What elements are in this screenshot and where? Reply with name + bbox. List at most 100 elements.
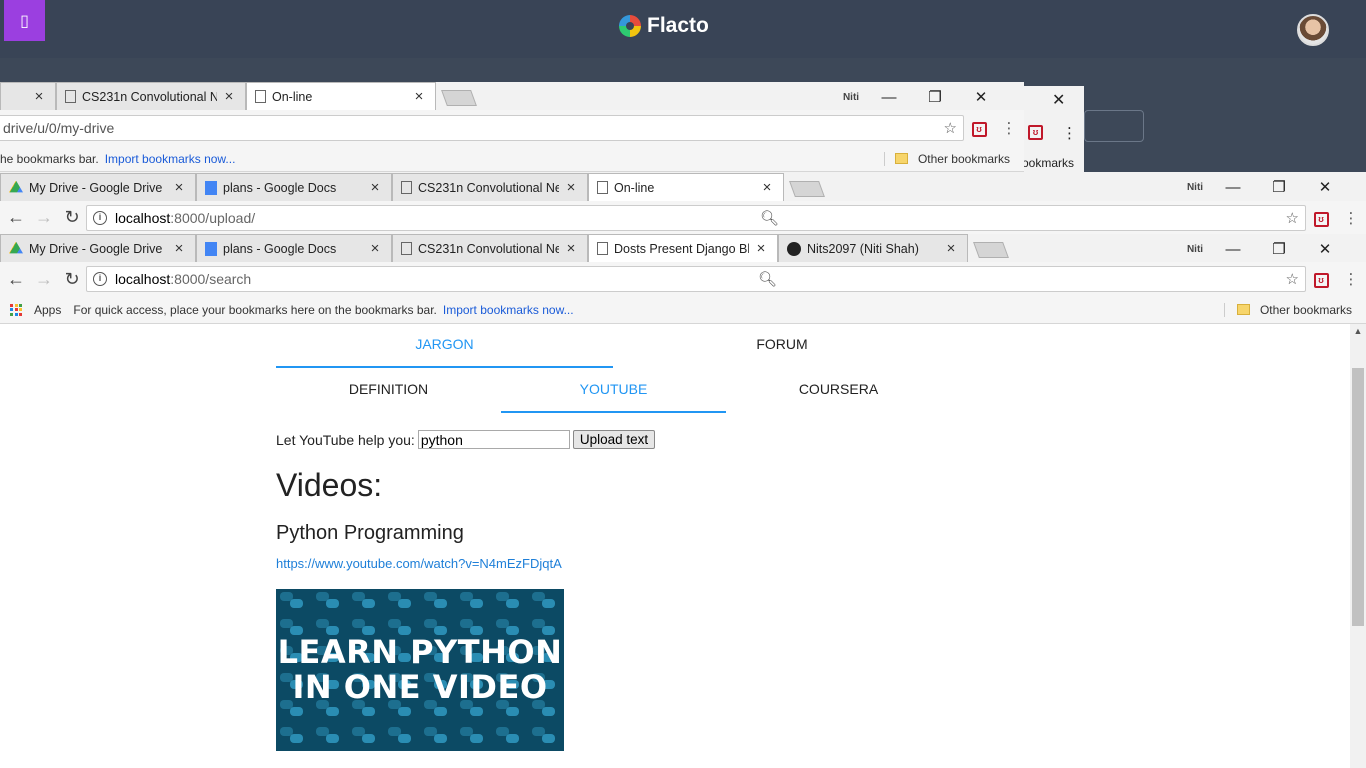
- mcafee-icon[interactable]: ʊ: [1306, 270, 1336, 288]
- close-icon[interactable]: ×: [943, 240, 959, 257]
- info-icon[interactable]: i: [93, 272, 107, 286]
- upload-text-button[interactable]: Upload text: [572, 430, 656, 449]
- url-path: :8000/search: [170, 271, 252, 287]
- scroll-up-arrow-icon[interactable]: ▲: [1350, 326, 1366, 336]
- new-tab-button[interactable]: [789, 181, 825, 197]
- minimize-icon[interactable]: —: [866, 89, 912, 106]
- minimize-icon[interactable]: —: [1210, 179, 1256, 196]
- apps-icon[interactable]: [10, 303, 22, 316]
- page-scrollbar[interactable]: ▲: [1350, 324, 1366, 768]
- flacto-input-field[interactable]: [1084, 110, 1144, 142]
- import-bookmarks-link[interactable]: Import bookmarks now...: [105, 152, 236, 166]
- reload-icon[interactable]: ↻: [58, 207, 86, 228]
- page-icon: [597, 181, 608, 194]
- zoom-icon[interactable]: 🔍︎: [748, 270, 777, 288]
- info-icon[interactable]: i: [93, 210, 107, 225]
- menu-dots-icon[interactable]: ⋮: [1062, 124, 1077, 142]
- tab-label: CS231n Convolutional Ne: [418, 241, 559, 256]
- tab[interactable]: CS231n Convolutional Ne ×: [56, 82, 246, 110]
- tab-label: Dosts Present Django Blo: [614, 241, 749, 256]
- restore-icon[interactable]: ❐: [1256, 178, 1302, 196]
- other-bookmarks[interactable]: Other bookmarks: [883, 151, 1024, 166]
- other-bookmarks[interactable]: Other bookmarks: [1223, 302, 1366, 317]
- minimize-icon[interactable]: —: [1210, 241, 1256, 258]
- close-icon[interactable]: ×: [367, 240, 383, 257]
- close-icon[interactable]: ×: [759, 179, 775, 196]
- close-icon[interactable]: ✕: [958, 88, 1004, 106]
- video-title: Python Programming: [276, 522, 464, 544]
- tab-forum[interactable]: FORUM: [613, 324, 951, 368]
- mcafee-icon[interactable]: ʊ: [964, 119, 994, 137]
- mcafee-icon[interactable]: ʊ: [1028, 125, 1043, 140]
- close-icon[interactable]: ×: [31, 88, 47, 105]
- tab-coursera[interactable]: COURSERA: [726, 369, 951, 413]
- reload-icon[interactable]: ↻: [58, 269, 86, 290]
- page-icon: [255, 90, 266, 103]
- flacto-menu-button[interactable]: ▯: [4, 0, 45, 41]
- zoom-icon[interactable]: 🔍︎: [750, 209, 779, 227]
- tab-definition[interactable]: DEFINITION: [276, 369, 501, 413]
- tab[interactable]: On-line ×: [588, 173, 784, 201]
- user-badge[interactable]: Niti: [836, 92, 866, 103]
- restore-icon[interactable]: ❐: [1256, 240, 1302, 258]
- menu-dots-icon[interactable]: ⋮: [994, 119, 1024, 137]
- star-icon[interactable]: ☆: [1274, 270, 1299, 288]
- menu-dots-icon[interactable]: ⋮: [1336, 209, 1366, 227]
- tab[interactable]: CS231n Convolutional Ne ×: [392, 173, 588, 201]
- tab[interactable]: CS231n Convolutional Ne ×: [392, 234, 588, 262]
- close-icon[interactable]: ×: [563, 179, 579, 196]
- forward-arrow-icon[interactable]: →: [30, 269, 58, 290]
- search-input[interactable]: [417, 430, 570, 449]
- page-icon: [65, 90, 76, 103]
- scroll-thumb[interactable]: [1352, 368, 1364, 626]
- close-icon[interactable]: ×: [171, 179, 187, 196]
- new-tab-button[interactable]: [973, 242, 1009, 258]
- restore-icon[interactable]: ❐: [912, 88, 958, 106]
- tab[interactable]: Nits2097 (Niti Shah) ×: [778, 234, 968, 262]
- close-icon[interactable]: ✕: [1052, 90, 1065, 110]
- window1-tabstrip: × CS231n Convolutional Ne × On-line ×: [0, 82, 477, 110]
- close-icon[interactable]: ✕: [1302, 178, 1348, 196]
- tab[interactable]: plans - Google Docs ×: [196, 173, 392, 201]
- tab[interactable]: ×: [0, 82, 56, 110]
- tab-label: My Drive - Google Drive: [29, 241, 163, 256]
- video-link[interactable]: https://www.youtube.com/watch?v=N4mEzFDj…: [276, 556, 562, 571]
- thumbnail-line-2: IN ONE VIDEO: [292, 668, 548, 706]
- other-bookmarks-clipped[interactable]: ookmarks: [1022, 156, 1074, 170]
- star-icon[interactable]: ☆: [934, 119, 957, 137]
- user-badge[interactable]: Niti: [1180, 244, 1210, 255]
- top-tabs: JARGON FORUM: [276, 324, 951, 368]
- address-bar[interactable]: drive/u/0/my-drive ☆: [0, 115, 964, 141]
- video-thumbnail[interactable]: LEARN PYTHON IN ONE VIDEO: [276, 589, 564, 751]
- tab[interactable]: plans - Google Docs ×: [196, 234, 392, 262]
- back-arrow-icon[interactable]: ←: [2, 269, 30, 290]
- apps-link[interactable]: Apps: [34, 303, 61, 317]
- flacto-brand[interactable]: Flacto: [619, 13, 709, 39]
- close-icon[interactable]: ×: [221, 88, 237, 105]
- close-icon[interactable]: ×: [563, 240, 579, 257]
- menu-dots-icon[interactable]: ⋮: [1336, 270, 1366, 288]
- tab-youtube[interactable]: YOUTUBE: [501, 369, 726, 413]
- flacto-logo-icon: [619, 15, 641, 37]
- address-bar[interactable]: i localhost :8000/upload/ 🔍︎ ☆: [86, 204, 1306, 231]
- user-badge[interactable]: Niti: [1180, 182, 1210, 193]
- close-icon[interactable]: ×: [367, 179, 383, 196]
- avatar[interactable]: [1297, 14, 1329, 46]
- new-tab-button[interactable]: [441, 90, 477, 106]
- tab[interactable]: Dosts Present Django Blo ×: [588, 234, 778, 262]
- close-icon[interactable]: ✕: [1302, 240, 1348, 258]
- page-content: JARGON FORUM DEFINITION YOUTUBE COURSERA…: [0, 324, 1350, 768]
- close-icon[interactable]: ×: [171, 240, 187, 257]
- address-bar[interactable]: i localhost :8000/search 🔍︎ ☆: [86, 266, 1306, 292]
- tab[interactable]: On-line ×: [246, 82, 436, 110]
- tab[interactable]: My Drive - Google Drive ×: [0, 173, 196, 201]
- back-arrow-icon[interactable]: ←: [2, 207, 30, 228]
- tab[interactable]: My Drive - Google Drive ×: [0, 234, 196, 262]
- forward-arrow-icon[interactable]: →: [30, 207, 58, 228]
- star-icon[interactable]: ☆: [1274, 209, 1299, 227]
- tab-jargon[interactable]: JARGON: [276, 324, 613, 368]
- close-icon[interactable]: ×: [411, 88, 427, 105]
- mcafee-icon[interactable]: ʊ: [1306, 209, 1336, 227]
- import-bookmarks-link[interactable]: Import bookmarks now...: [443, 303, 574, 317]
- close-icon[interactable]: ×: [753, 240, 769, 257]
